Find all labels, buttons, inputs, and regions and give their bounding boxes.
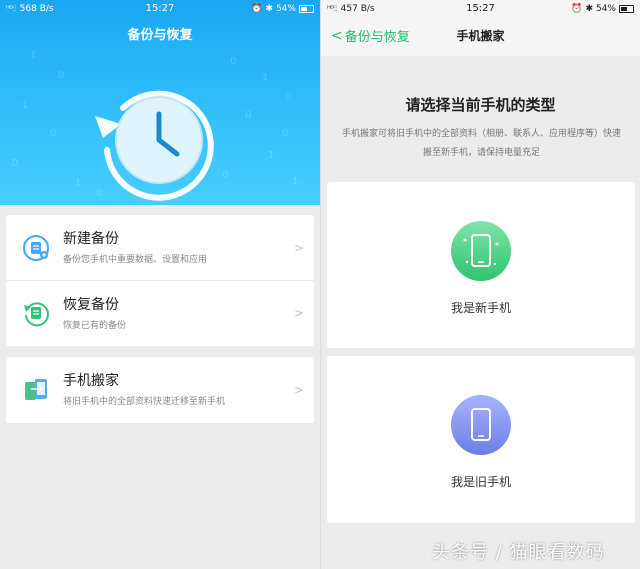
restore-backup-item[interactable]: 恢复备份 恢复已有的备份 > (6, 280, 314, 345)
backup-restore-screen: ᴴᴰ⫶⫶ 568 B/s 15:27 ⏰ ✱ 54% 备份与恢复 1 0 1 0… (0, 0, 320, 569)
binary-digit: 1 (22, 100, 29, 111)
restore-backup-icon (24, 302, 49, 327)
new-backup-title: 新建备份 (63, 231, 119, 247)
binary-digit: 1 (292, 176, 299, 187)
phone-move-item[interactable]: 手机搬家 将旧手机中的全部资料快速迁移至新手机 > (6, 357, 314, 422)
new-phone-label: 我是新手机 (450, 301, 511, 315)
chevron-right-icon: > (293, 240, 304, 255)
new-phone-option[interactable]: 我是新手机 (327, 182, 635, 348)
phone-move-subtitle: 将旧手机中的全部资料快速迁移至新手机 (63, 397, 226, 407)
clock-time: 15:27 (466, 3, 495, 14)
phone-move-title: 手机搬家 (63, 373, 119, 389)
page-title: 备份与恢复 (127, 28, 193, 43)
new-backup-item[interactable]: 新建备份 备份您手机中重要数据、设置和应用 > (6, 215, 314, 280)
binary-digit: 0 (245, 110, 252, 121)
phone-move-screen: ᴴᴰ⫶⫶ 457 B/s 15:27 ⏰ ✱ 54% < 备份与恢复 手机搬家 … (320, 0, 640, 569)
restore-backup-title: 恢复备份 (63, 297, 119, 313)
chevron-right-icon: > (293, 306, 304, 320)
binary-digit: 0 (50, 128, 57, 139)
page-title: 手机搬家 (456, 29, 505, 43)
backup-menu-card: 新建备份 备份您手机中重要数据、设置和应用 > 恢复备份 恢复已有的备份 > (6, 215, 314, 346)
screenshot-pair: ᴴᴰ⫶⫶ 568 B/s 15:27 ⏰ ✱ 54% 备份与恢复 1 0 1 0… (0, 0, 640, 569)
new-backup-subtitle: 备份您手机中重要数据、设置和应用 (63, 255, 208, 265)
battery-icon (299, 4, 314, 13)
status-bar: ᴴᴰ⫶⫶ 568 B/s 15:27 ⏰ ✱ 54% (0, 0, 320, 17)
binary-digit: 1 (30, 50, 37, 61)
phone-move-icon (25, 378, 47, 400)
binary-digit: 0 (282, 128, 289, 139)
binary-digit: 0 (58, 70, 65, 81)
restore-backup-subtitle: 恢复已有的备份 (63, 321, 127, 331)
new-phone-icon (451, 221, 511, 281)
old-phone-icon (451, 395, 511, 455)
binary-digit: 0 (230, 56, 237, 67)
new-backup-icon (23, 234, 49, 261)
watermark: 头条号 / 猫眼看数码 (432, 542, 605, 563)
clock-time: 15:27 (145, 3, 175, 14)
top-bar: ᴴᴰ⫶⫶ 457 B/s 15:27 ⏰ ✱ 54% < 备份与恢复 手机搬家 (321, 0, 640, 56)
binary-digit: 0 (12, 158, 19, 169)
binary-digit: 1 (268, 150, 275, 161)
old-phone-label: 我是旧手机 (450, 475, 511, 489)
phone-move-card: 手机搬家 将旧手机中的全部资料快速迁移至新手机 > (6, 357, 314, 423)
clock-restore-icon (95, 90, 214, 201)
binary-digit: 0 (285, 92, 292, 103)
binary-digit: 1 (75, 178, 82, 189)
old-phone-option[interactable]: 我是旧手机 (327, 356, 635, 523)
battery-icon (619, 4, 634, 13)
question-heading: 请选择当前手机的类型 (405, 96, 556, 114)
binary-digit: 1 (262, 72, 269, 83)
hero-banner: ᴴᴰ⫶⫶ 568 B/s 15:27 ⏰ ✱ 54% 备份与恢复 1 0 1 0… (0, 0, 320, 205)
chevron-right-icon: > (293, 382, 304, 397)
status-bar: ᴴᴰ⫶⫶ 457 B/s 15:27 ⏰ ✱ 54% (321, 0, 640, 17)
question-description: 手机搬家可将旧手机中的全部资料（相册、联系人、应用程序等）快速搬至新手机，请保持… (341, 129, 621, 158)
